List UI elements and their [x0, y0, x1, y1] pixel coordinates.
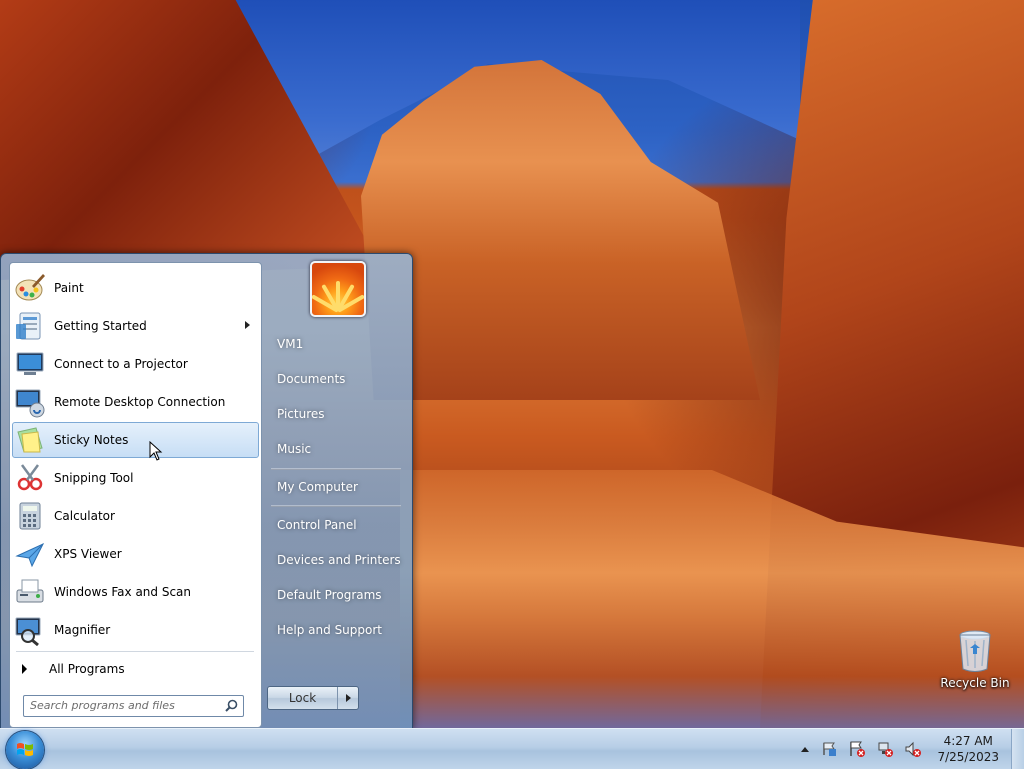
program-label: Calculator — [54, 509, 115, 523]
sticky-notes-icon — [17, 427, 43, 453]
start-right-pictures[interactable]: Pictures — [267, 399, 407, 429]
program-magnifier[interactable]: Magnifier — [12, 612, 259, 648]
start-right-default-programs[interactable]: Default Programs — [267, 580, 407, 610]
all-programs-label: All Programs — [49, 662, 125, 676]
all-programs-button[interactable]: All Programs — [18, 658, 254, 680]
recycle-bin-icon — [958, 630, 992, 672]
recycle-bin-shortcut[interactable]: Recycle Bin — [938, 630, 1012, 690]
taskbar: 4:27 AM 7/25/2023 — [0, 728, 1024, 769]
program-connect-projector[interactable]: Connect to a Projector — [12, 346, 259, 382]
system-tray: 4:27 AM 7/25/2023 — [801, 729, 1024, 769]
program-label: Windows Fax and Scan — [54, 585, 192, 599]
flag-error-icon[interactable] — [849, 741, 866, 757]
shutdown-options-button[interactable] — [338, 687, 358, 709]
program-paint[interactable]: Paint — [12, 270, 259, 306]
xps-viewer-icon — [15, 542, 45, 568]
all-programs-arrow-icon — [22, 664, 27, 674]
mouse-cursor-icon — [149, 441, 163, 461]
search-input[interactable] — [24, 696, 220, 714]
search-icon[interactable] — [225, 699, 238, 712]
lock-button[interactable]: Lock — [268, 687, 338, 709]
search-box — [23, 695, 244, 717]
user-picture[interactable] — [310, 261, 366, 317]
program-label: Snipping Tool — [54, 471, 134, 485]
start-right-user[interactable]: VM1 — [267, 329, 407, 359]
start-menu-programs-pane: Paint Getting Started Connect to a Proje… — [9, 262, 262, 728]
start-right-computer[interactable]: My Computer — [267, 472, 407, 502]
program-snipping-tool[interactable]: Snipping Tool — [12, 460, 259, 496]
clock-date: 7/25/2023 — [937, 750, 999, 764]
program-xps-viewer[interactable]: XPS Viewer — [12, 536, 259, 572]
program-label: XPS Viewer — [54, 547, 122, 561]
calculator-icon — [19, 502, 41, 530]
submenu-arrow-icon — [245, 321, 250, 329]
magnifier-icon — [15, 617, 41, 646]
start-right-music[interactable]: Music — [267, 434, 407, 464]
program-label: Magnifier — [54, 623, 111, 637]
paint-icon — [15, 274, 45, 301]
show-hidden-icons-button[interactable] — [801, 746, 810, 752]
program-getting-started[interactable]: Getting Started — [12, 308, 259, 344]
programs-separator — [16, 651, 254, 652]
action-center-icon[interactable] — [821, 741, 837, 757]
recycle-bin-label: Recycle Bin — [940, 676, 1010, 690]
right-separator — [271, 505, 401, 507]
program-remote-desktop[interactable]: Remote Desktop Connection — [12, 384, 259, 420]
start-right-devices-printers[interactable]: Devices and Printers — [267, 545, 407, 575]
chevron-right-icon — [345, 694, 351, 702]
right-separator — [271, 468, 401, 470]
network-error-icon[interactable] — [877, 741, 894, 757]
start-right-documents[interactable]: Documents — [267, 364, 407, 394]
lock-button-group: Lock — [267, 686, 359, 710]
fax-scan-icon — [16, 579, 44, 603]
program-label: Connect to a Projector — [54, 357, 188, 371]
snipping-tool-icon — [17, 464, 43, 491]
start-button[interactable] — [6, 731, 44, 769]
projector-icon — [16, 352, 44, 375]
start-menu: Paint Getting Started Connect to a Proje… — [0, 253, 413, 730]
getting-started-icon — [16, 312, 41, 340]
start-right-help-support[interactable]: Help and Support — [267, 615, 407, 645]
volume-muted-icon[interactable] — [905, 741, 922, 757]
clock-time: 4:27 AM — [943, 734, 993, 748]
program-label: Paint — [54, 281, 84, 295]
taskbar-clock[interactable]: 4:27 AM 7/25/2023 — [937, 733, 999, 765]
program-calculator[interactable]: Calculator — [12, 498, 259, 534]
program-label: Sticky Notes — [54, 433, 129, 447]
windows-logo-icon — [17, 743, 33, 756]
start-right-control-panel[interactable]: Control Panel — [267, 510, 407, 540]
program-sticky-notes[interactable]: Sticky Notes — [12, 422, 259, 458]
program-label: Getting Started — [54, 319, 147, 333]
program-fax-scan[interactable]: Windows Fax and Scan — [12, 574, 259, 610]
show-desktop-button[interactable] — [1011, 729, 1024, 769]
program-label: Remote Desktop Connection — [54, 395, 226, 409]
remote-desktop-icon — [15, 389, 45, 418]
